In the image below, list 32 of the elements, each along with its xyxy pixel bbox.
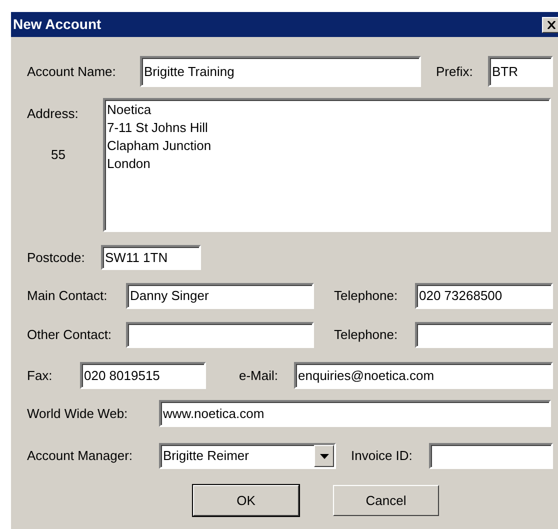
postcode-field[interactable]: SW11 1TN: [101, 245, 201, 270]
field-label: e-Mail:: [239, 366, 278, 385]
field-label: Account Manager:: [27, 447, 133, 466]
invoice-id-field[interactable]: [429, 443, 553, 469]
address-field[interactable]: Noetica 7-11 St Johns Hill Clapham Junction London: [103, 98, 551, 232]
field-label: Telephone:: [334, 287, 398, 306]
field-label: Invoice ID:: [351, 447, 412, 466]
website-field[interactable]: www.noetica.com: [159, 400, 551, 427]
field-label: Postcode:: [27, 248, 85, 267]
telephone-field[interactable]: [415, 322, 553, 348]
field-label: World Wide Web:: [27, 404, 128, 423]
account-name-field[interactable]: Brigitte Training: [140, 56, 421, 87]
dialog-button[interactable]: OK: [193, 485, 299, 516]
prefix-field[interactable]: BTR: [488, 56, 553, 87]
field-label: Account Name:: [27, 62, 116, 81]
email-field[interactable]: enquiries@noetica.com: [294, 362, 553, 389]
character-count: 55: [51, 146, 66, 164]
field-label: Main Contact:: [27, 287, 108, 306]
field-label: Prefix:: [436, 62, 473, 81]
field-label: Fax:: [27, 366, 52, 385]
telephone-field[interactable]: 020 73268500: [415, 283, 553, 309]
close-icon: [546, 20, 556, 28]
field-label: Other Contact:: [27, 326, 112, 344]
field-label: Address:: [27, 105, 78, 123]
fax-field[interactable]: 020 8019515: [80, 362, 206, 389]
other-contact-field[interactable]: [126, 322, 314, 348]
close-button[interactable]: [542, 16, 558, 32]
field-label: Telephone:: [334, 326, 398, 344]
dialog-button[interactable]: Cancel: [333, 485, 439, 516]
main-contact-field[interactable]: Danny Singer: [126, 283, 314, 309]
account-manager-dropdown[interactable]: Brigitte Reimer: [159, 443, 336, 469]
window-title: New Account: [13, 15, 102, 34]
